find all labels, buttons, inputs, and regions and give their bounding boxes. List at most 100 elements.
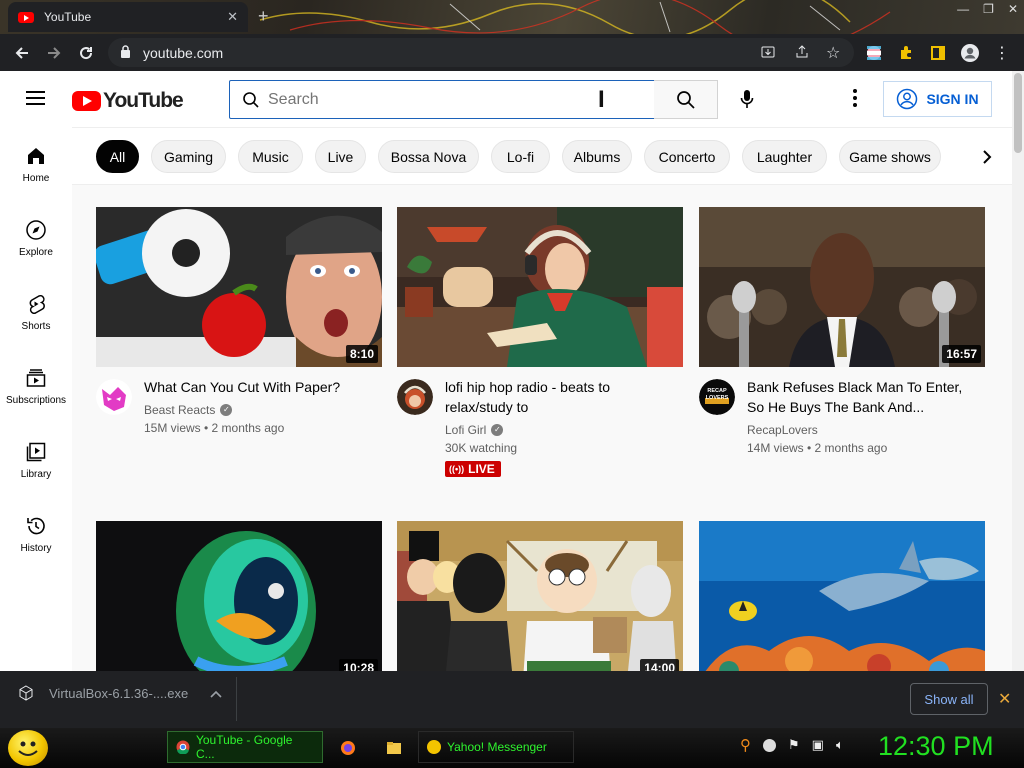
taskbar-yahoo-messenger[interactable]: Yahoo! Messenger [418, 731, 574, 763]
guide-menu-icon[interactable] [26, 91, 45, 105]
install-icon[interactable] [760, 44, 776, 63]
video-card[interactable] [699, 521, 985, 671]
taskbar-chrome[interactable]: YouTube - Google C... [167, 731, 323, 763]
home-icon [28, 148, 44, 164]
restore-icon[interactable]: ❐ [983, 2, 994, 16]
chip-concerto[interactable]: Concerto [644, 140, 730, 173]
share-icon[interactable] [794, 44, 810, 63]
chrome-icon [176, 740, 190, 754]
video-card[interactable]: 8:10 What Can You Cut With Paper? Beast … [96, 207, 382, 435]
video-card[interactable]: 16:57 RECAP LOVERS Bank Refuses Black Ma… [699, 207, 985, 455]
lock-icon[interactable] [120, 44, 131, 61]
minimize-icon[interactable]: — [957, 2, 969, 16]
action-center-flag-icon[interactable]: ⚑ [788, 737, 800, 753]
volume-icon[interactable]: 🔈︎ [836, 737, 844, 753]
youtube-favicon [18, 11, 34, 23]
file-explorer-icon[interactable] [386, 740, 402, 761]
live-badge: ((•)) LIVE [445, 461, 501, 477]
video-thumbnail[interactable]: 16:57 [699, 207, 985, 367]
sidebar-item-library[interactable]: Library [0, 423, 72, 497]
mini-guide: Home Explore Shorts Subscriptions Librar… [0, 127, 72, 671]
chrome-menu-icon[interactable]: ⋮ [992, 43, 1012, 63]
voice-search-button[interactable] [735, 87, 759, 111]
forward-icon[interactable] [44, 43, 64, 63]
download-shelf: VirtualBox-6.1.36-....exe Show all ✕ [0, 671, 1024, 728]
channel-name[interactable]: RecapLovers [747, 423, 818, 437]
chip-lo-fi[interactable]: Lo-fi [491, 140, 550, 173]
youtube-logo[interactable]: YouTube [72, 89, 184, 113]
sidebar-item-home[interactable]: Home [0, 127, 72, 201]
video-thumbnail[interactable] [699, 521, 985, 671]
search-box[interactable]: I [229, 80, 655, 119]
screen: { "browser": { "tab_title": "YouTube", "… [0, 0, 1024, 768]
thumbnail-image [397, 521, 683, 671]
search-tray-icon[interactable]: ⚲ [740, 736, 751, 754]
yahoo-messenger-smiley-icon [427, 740, 441, 754]
channel-avatar[interactable]: RECAP LOVERS [699, 379, 735, 415]
sidebar-item-history[interactable]: History [0, 497, 72, 571]
video-thumbnail[interactable]: 10:28 [96, 521, 382, 671]
start-button-smiley-icon[interactable] [8, 730, 48, 766]
download-item[interactable]: VirtualBox-6.1.36-....exe [18, 685, 222, 701]
window-close-icon[interactable]: ✕ [1008, 2, 1018, 16]
back-icon[interactable] [12, 43, 32, 63]
video-thumbnail[interactable]: 14:00 [397, 521, 683, 671]
sidebar-label: Home [22, 173, 50, 184]
extensions-icon[interactable] [896, 43, 916, 63]
reload-icon[interactable] [76, 43, 96, 63]
chip-game-shows[interactable]: Game shows [839, 140, 941, 173]
channel-name[interactable]: Lofi Girl [445, 423, 486, 437]
settings-menu-icon[interactable] [852, 89, 858, 109]
chip-live[interactable]: Live [315, 140, 366, 173]
profile-flag-icon[interactable] [864, 43, 884, 63]
firefox-icon[interactable] [340, 740, 356, 761]
sidebar-item-shorts[interactable]: Shorts [0, 275, 72, 349]
account-avatar-icon[interactable] [960, 43, 980, 63]
network-icon[interactable]: ▣ [812, 737, 824, 753]
address-bar[interactable]: youtube.com ☆ [108, 38, 854, 67]
chip-gaming[interactable]: Gaming [151, 140, 226, 173]
video-card[interactable]: lofi hip hop radio - beats to relax/stud… [397, 207, 683, 477]
chip-music[interactable]: Music [238, 140, 303, 173]
page-scrollbar[interactable] [1012, 71, 1024, 671]
channel-avatar-text: RECAP LOVERS [705, 388, 729, 401]
close-shelf-icon[interactable]: ✕ [998, 689, 1011, 709]
video-thumbnail[interactable] [397, 207, 683, 367]
show-all-downloads-button[interactable]: Show all [910, 683, 988, 715]
chevron-up-icon[interactable] [210, 686, 222, 701]
video-meta: Bank Refuses Black Man To Enter, So He B… [747, 377, 983, 455]
browser-tab-youtube[interactable]: YouTube ✕ [8, 2, 248, 32]
system-clock[interactable]: 12:30 PM [878, 731, 994, 762]
video-title[interactable]: Bank Refuses Black Man To Enter, So He B… [747, 377, 983, 417]
chip-laughter[interactable]: Laughter [742, 140, 827, 173]
search-button[interactable] [654, 80, 718, 119]
logo-text: YouTube [103, 89, 184, 112]
channel-avatar[interactable] [397, 379, 433, 415]
video-title[interactable]: What Can You Cut With Paper? [144, 377, 380, 397]
video-card[interactable]: 14:00 [397, 521, 683, 671]
channel-name[interactable]: Beast Reacts [144, 403, 215, 417]
chip-all[interactable]: All [96, 140, 139, 173]
sign-in-button[interactable]: SIGN IN [883, 81, 992, 117]
search-input[interactable] [268, 90, 588, 109]
video-meta: lofi hip hop radio - beats to relax/stud… [445, 377, 681, 477]
scrollbar-thumb[interactable] [1014, 73, 1022, 153]
chip-albums[interactable]: Albums [562, 140, 632, 173]
sidebar-item-explore[interactable]: Explore [0, 201, 72, 275]
status-circle-icon[interactable] [763, 738, 776, 752]
live-label: LIVE [468, 462, 495, 476]
video-stats: 14M views • 2 months ago [747, 441, 888, 455]
chip-bossa-nova[interactable]: Bossa Nova [378, 140, 479, 173]
video-thumbnail[interactable]: 8:10 [96, 207, 382, 367]
side-panel-icon[interactable] [928, 43, 948, 63]
video-title[interactable]: lofi hip hop radio - beats to relax/stud… [445, 377, 681, 417]
youtube-page: YouTube I SIGN IN Home Explore [0, 71, 1024, 671]
sidebar-item-subscriptions[interactable]: Subscriptions [0, 349, 72, 423]
video-card[interactable]: 10:28 [96, 521, 382, 671]
channel-avatar[interactable] [96, 379, 132, 415]
bookmark-star-icon[interactable]: ☆ [826, 43, 840, 63]
new-tab-icon[interactable]: + [258, 6, 269, 27]
chips-next-button[interactable] [972, 142, 1002, 172]
close-tab-icon[interactable]: ✕ [227, 9, 238, 25]
taskbar-label: YouTube - Google C... [195, 733, 293, 761]
